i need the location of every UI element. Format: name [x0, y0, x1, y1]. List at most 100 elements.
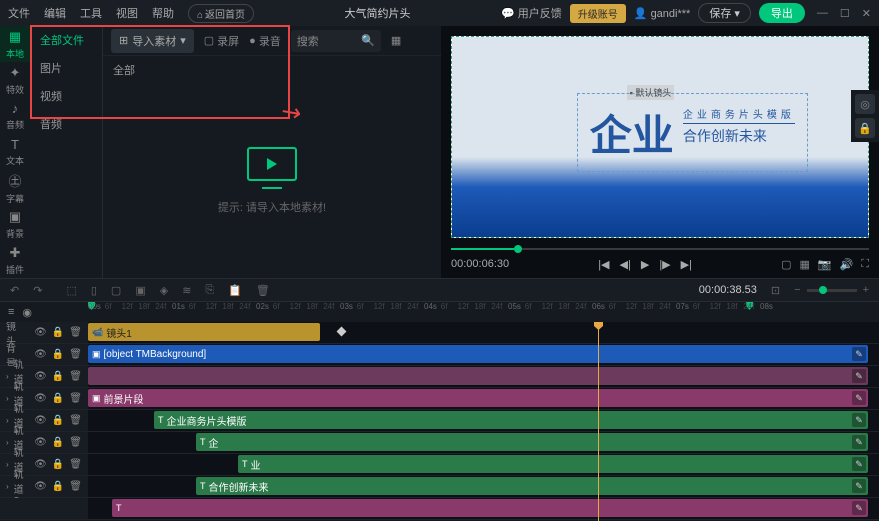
- clip-edit-icon[interactable]: ✎: [852, 413, 866, 427]
- menu-edit[interactable]: 编辑: [44, 5, 66, 21]
- trash-icon[interactable]: 🗑: [69, 327, 82, 338]
- lock-icon[interactable]: 🔒: [52, 327, 64, 338]
- right-tool-1[interactable]: ◎: [855, 94, 875, 114]
- trash-icon[interactable]: 🗑: [69, 393, 82, 404]
- paste-tool[interactable]: 📋: [228, 284, 242, 297]
- split-tool[interactable]: ▯: [91, 284, 97, 297]
- grid-button[interactable]: ▦: [799, 258, 809, 271]
- snapshot-button[interactable]: 📷: [818, 258, 832, 271]
- eye-icon[interactable]: 👁: [34, 481, 47, 492]
- menu-view[interactable]: 视图: [116, 5, 138, 21]
- trash-icon[interactable]: 🗑: [69, 481, 82, 492]
- crop-tool[interactable]: ▢: [111, 284, 121, 297]
- clip-audio[interactable]: ✎: [88, 367, 868, 385]
- window-maximize[interactable]: ☐: [840, 7, 850, 20]
- file-cat-all[interactable]: 全部文件: [30, 26, 102, 54]
- eye-icon[interactable]: 👁: [34, 415, 47, 426]
- file-cat-audio[interactable]: 音频: [30, 110, 102, 138]
- zoom-out[interactable]: −: [794, 284, 800, 296]
- lock-icon[interactable]: 🔒: [52, 371, 64, 382]
- lock-icon[interactable]: 🔒: [52, 415, 64, 426]
- pointer-tool[interactable]: ⬚: [66, 284, 76, 297]
- clip-text-5[interactable]: T企业商务片头模版✎: [154, 411, 868, 429]
- clip-foreground[interactable]: ▣前景片段✎: [88, 389, 868, 407]
- upgrade-button[interactable]: 升级账号: [570, 4, 626, 23]
- window-minimize[interactable]: —: [817, 7, 828, 19]
- lock-icon[interactable]: 🔒: [52, 349, 64, 360]
- volume-button[interactable]: 🔊: [840, 258, 854, 271]
- tool-a[interactable]: ▣: [135, 284, 145, 297]
- clip-edit-icon[interactable]: ✎: [852, 435, 866, 449]
- preview-viewport[interactable]: ▪ 默认镜头 企业 企业商务片头模版 合作创新未来: [451, 36, 869, 238]
- redo-button[interactable]: ↷: [33, 284, 42, 297]
- tool-c[interactable]: ≋: [182, 284, 191, 297]
- clip-edit-icon[interactable]: ✎: [852, 391, 866, 405]
- copy-tool[interactable]: ⎘: [205, 284, 214, 297]
- audio-record-button[interactable]: ● 录音: [249, 33, 281, 49]
- save-button[interactable]: 保存 ▾: [698, 3, 751, 23]
- delete-tool[interactable]: 🗑: [256, 284, 270, 297]
- file-cat-video[interactable]: 视频: [30, 82, 102, 110]
- grid-view-button[interactable]: ▦: [391, 34, 401, 47]
- nav-本地[interactable]: ▦本地: [0, 26, 30, 62]
- keyframe-diamond[interactable]: [337, 327, 347, 337]
- lock-icon[interactable]: 🔒: [52, 481, 64, 492]
- right-tool-2[interactable]: 🔒: [855, 118, 875, 138]
- clip-text-3[interactable]: T业✎: [238, 455, 868, 473]
- nav-特效[interactable]: ✦特效: [0, 62, 30, 98]
- nav-插件[interactable]: ✚插件: [0, 242, 30, 278]
- nav-文本[interactable]: T文本: [0, 134, 30, 170]
- clip-text-4[interactable]: T企✎: [196, 433, 868, 451]
- menu-help[interactable]: 帮助: [152, 5, 174, 21]
- clip-edit-icon[interactable]: ✎: [852, 501, 866, 515]
- file-cat-image[interactable]: 图片: [30, 54, 102, 82]
- undo-button[interactable]: ↶: [10, 284, 19, 297]
- zoom-slider[interactable]: [807, 289, 857, 292]
- zoom-fit[interactable]: ⊡: [771, 284, 780, 297]
- clip-edit-icon[interactable]: ✎: [852, 369, 866, 383]
- trash-icon[interactable]: 🗑: [69, 459, 82, 470]
- time-ruler[interactable]: 00s6f12f18f24f01s6f12f18f24f02s6f12f18f2…: [88, 302, 879, 322]
- menu-tool[interactable]: 工具: [80, 5, 102, 21]
- nav-背景[interactable]: ▣背景: [0, 206, 30, 242]
- next-clip-button[interactable]: ▶|: [681, 258, 692, 271]
- eye-icon[interactable]: 👁: [34, 349, 47, 360]
- trash-icon[interactable]: 🗑: [69, 371, 82, 382]
- search-input[interactable]: 搜索🔍: [291, 30, 381, 52]
- nav-音频[interactable]: ♪音频: [0, 98, 30, 134]
- prev-clip-button[interactable]: |◀: [598, 258, 609, 271]
- next-frame-button[interactable]: |▶: [659, 258, 670, 271]
- track-toggle-1[interactable]: ≡: [8, 306, 14, 318]
- clip-edit-icon[interactable]: ✎: [852, 347, 866, 361]
- trash-icon[interactable]: 🗑: [69, 437, 82, 448]
- ratio-button[interactable]: ▢: [781, 258, 791, 271]
- menu-file[interactable]: 文件: [8, 5, 30, 21]
- fullscreen-button[interactable]: ⛶: [861, 258, 869, 271]
- user-avatar[interactable]: 👤 gandi***: [634, 7, 691, 20]
- eye-icon[interactable]: 👁: [34, 327, 47, 338]
- track-toggle-2[interactable]: ◉: [22, 306, 32, 319]
- back-home-button[interactable]: ⌂返回首页: [188, 4, 254, 23]
- import-button[interactable]: ⊞ 导入素材 ▾: [111, 29, 194, 53]
- nav-字幕[interactable]: ㊏字幕: [0, 170, 30, 206]
- tool-b[interactable]: ◈: [160, 284, 168, 297]
- zoom-in[interactable]: +: [863, 284, 869, 296]
- window-close[interactable]: ✕: [862, 7, 871, 20]
- prev-frame-button[interactable]: ◀|: [620, 258, 631, 271]
- trash-icon[interactable]: 🗑: [69, 349, 82, 360]
- clip-edit-icon[interactable]: ✎: [852, 457, 866, 471]
- clip-extra[interactable]: T✎: [112, 499, 868, 517]
- play-button[interactable]: ▶: [641, 258, 649, 271]
- clip-edit-icon[interactable]: ✎: [852, 479, 866, 493]
- trash-icon[interactable]: 🗑: [69, 415, 82, 426]
- clip-shot-1[interactable]: 📹镜头1: [88, 323, 320, 341]
- lock-icon[interactable]: 🔒: [52, 437, 64, 448]
- clip-text-2[interactable]: T合作创新未来✎: [196, 477, 868, 495]
- preview-progress[interactable]: [451, 248, 869, 250]
- eye-icon[interactable]: 👁: [34, 393, 47, 404]
- screen-record-button[interactable]: ▢ 录屏: [204, 33, 239, 49]
- eye-icon[interactable]: 👁: [34, 371, 47, 382]
- lock-icon[interactable]: 🔒: [52, 459, 64, 470]
- eye-icon[interactable]: 👁: [34, 459, 47, 470]
- eye-icon[interactable]: 👁: [34, 437, 47, 448]
